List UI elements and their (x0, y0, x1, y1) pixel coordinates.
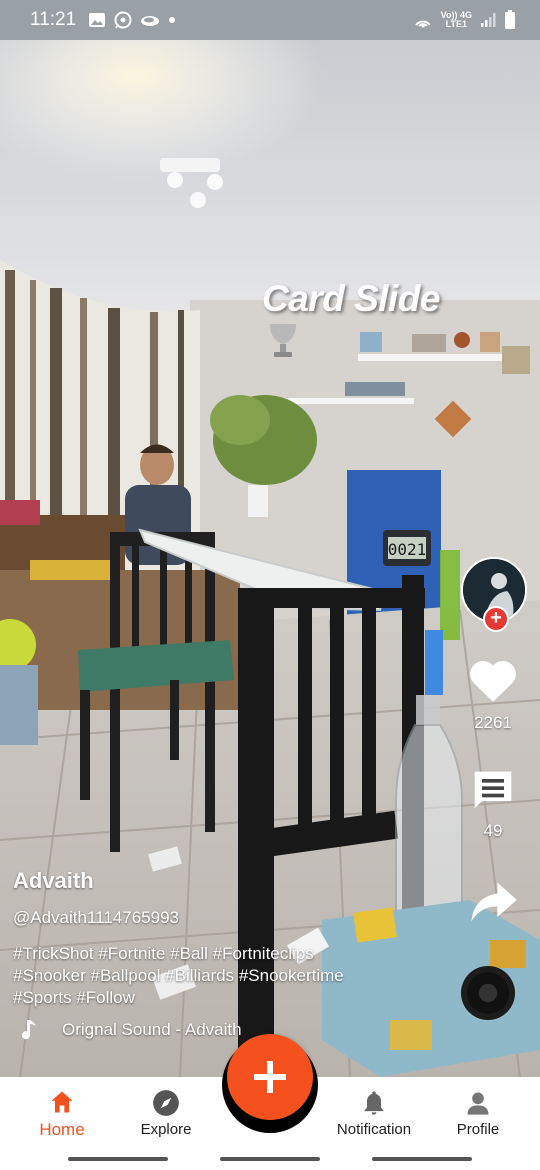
share-button[interactable] (453, 878, 533, 931)
follow-button[interactable]: + (483, 606, 509, 632)
author-handle[interactable]: @Advaith1114765993 (13, 908, 179, 928)
sound-disc[interactable] (461, 966, 515, 1020)
hashtags[interactable]: #TrickShot #Fortnite #Ball #Fortniteclip… (13, 943, 443, 1009)
gesture-back-line[interactable] (68, 1157, 168, 1161)
nav-notification-label: Notification (336, 1121, 412, 1138)
signal-icon (481, 13, 496, 27)
hashtag-line: #Snooker #Ballpool #Billiards #Snookerti… (13, 966, 344, 985)
create-post-button[interactable] (227, 1034, 313, 1120)
nav-notification[interactable]: Notification (322, 1077, 426, 1150)
heart-icon (470, 661, 516, 702)
nav-home-label: Home (39, 1119, 85, 1139)
notification-icons (88, 11, 176, 29)
sound-label: Orignal Sound - Advaith (62, 1020, 242, 1039)
like-count: 2261 (474, 713, 512, 732)
cloud-icon (141, 16, 160, 26)
status-bar: 11:21 Vo)) 4G LTE1 (0, 0, 540, 40)
status-time: 11:21 (30, 9, 77, 30)
hotspot-icon (414, 20, 431, 28)
video-overlay-title: Card Slide (262, 278, 441, 360)
lte-label: LTE1 (445, 19, 467, 29)
comment-count: 49 (483, 821, 503, 840)
timer: 0021 (383, 530, 431, 566)
nav-explore[interactable]: Explore (114, 1077, 218, 1150)
battery-icon (505, 10, 515, 29)
gesture-recents-line[interactable] (372, 1157, 472, 1161)
person-icon (467, 1092, 489, 1115)
dot-icon (169, 17, 176, 23)
timer-display: 0021 (388, 540, 427, 559)
author-name[interactable]: Advaith (13, 868, 94, 894)
nav-profile-label: Profile (456, 1121, 500, 1138)
share-icon (471, 882, 517, 922)
comment-icon (474, 771, 512, 809)
compass-icon (153, 1090, 179, 1116)
hashtag-line: #Sports #Follow (13, 988, 135, 1007)
sound-row[interactable]: Orignal Sound - Advaith (18, 1018, 242, 1042)
like-button[interactable]: 2261 (453, 658, 533, 733)
comment-button[interactable]: 49 (453, 768, 533, 841)
overlay-title-text: Card Slide (262, 278, 441, 319)
system-gesture-bar (0, 1150, 540, 1170)
nav-explore-label: Explore (140, 1121, 192, 1138)
nav-profile[interactable]: Profile (426, 1077, 530, 1150)
system-icons: Vo)) 4G LTE1 (413, 10, 516, 30)
trophy-icon (270, 324, 296, 357)
gallery-icon (89, 13, 106, 27)
hashtag-line: #TrickShot #Fortnite #Ball #Fortniteclip… (13, 944, 314, 963)
music-note-icon (22, 1020, 36, 1040)
gesture-home-line[interactable] (220, 1157, 320, 1161)
bell-icon (364, 1091, 384, 1115)
network-label: Vo)) 4G LTE1 (441, 11, 472, 29)
plus-icon (254, 1061, 286, 1093)
whatsapp-icon (114, 11, 132, 29)
nav-home[interactable]: Home (10, 1077, 114, 1150)
home-icon (51, 1091, 73, 1112)
